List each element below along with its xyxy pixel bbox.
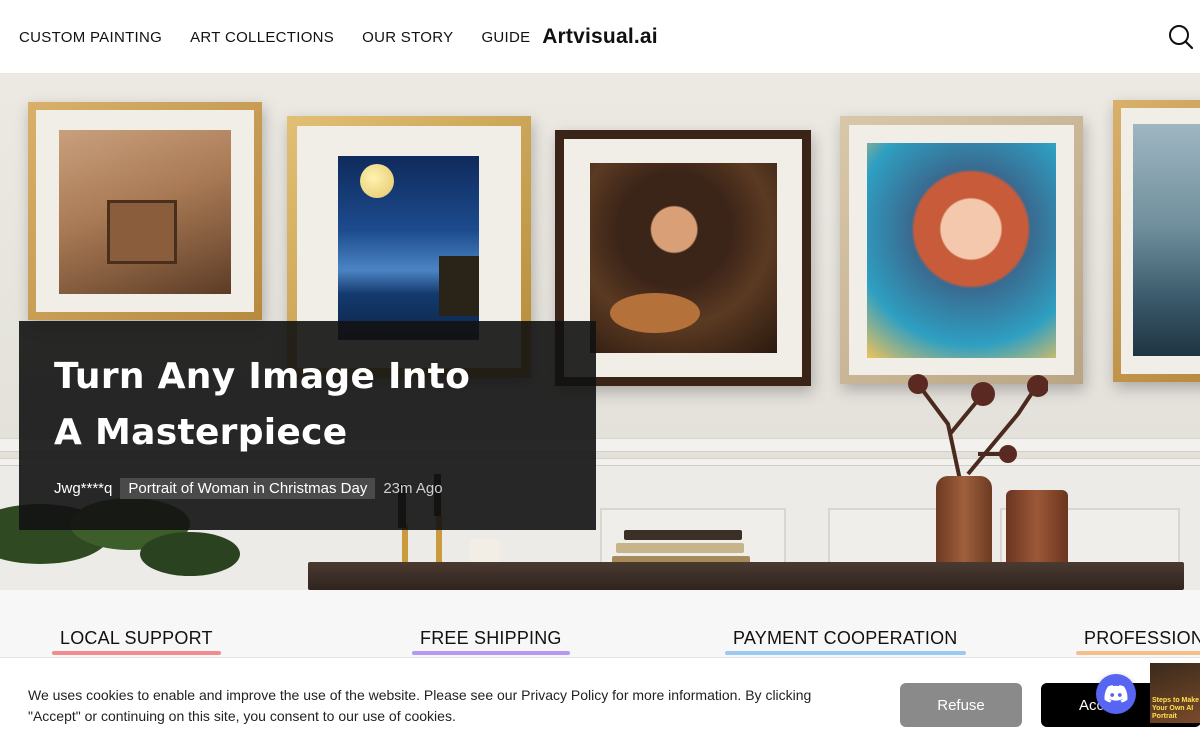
hero-title-line2: A Masterpiece — [54, 412, 348, 453]
site-header: CUSTOM PAINTING ART COLLECTIONS OUR STOR… — [0, 0, 1200, 74]
promo-video-thumbnail[interactable]: Steps to Make Your Own AI Portrait — [1150, 663, 1200, 723]
promo-text: Steps to Make Your Own AI Portrait — [1152, 697, 1200, 720]
feature-label: FREE SHIPPING — [420, 628, 562, 648]
nav-our-story[interactable]: OUR STORY — [362, 29, 453, 46]
artwork-desert-doorway — [59, 130, 231, 294]
cookie-banner: We uses cookies to enable and improve th… — [0, 657, 1200, 750]
activity-time: 23m Ago — [383, 480, 443, 497]
features-row: LOCAL SUPPORT FREE SHIPPING PAYMENT COOP… — [0, 590, 1200, 660]
artwork-ship-at-sea — [1133, 124, 1200, 356]
feature-label: PAYMENT COOPERATION — [733, 628, 958, 648]
feature-free-shipping: FREE SHIPPING — [412, 628, 570, 655]
vase-decor-2 — [1006, 490, 1068, 568]
dried-branches-decor — [908, 374, 1048, 494]
cookie-text: We uses cookies to enable and improve th… — [28, 687, 812, 724]
nav-guide[interactable]: GUIDE — [481, 29, 530, 46]
feature-payment-cooperation: PAYMENT COOPERATION — [725, 628, 966, 655]
feature-label: PROFESSIONA — [1084, 628, 1200, 648]
framed-artwork-4 — [840, 116, 1083, 384]
framed-artwork-1 — [28, 102, 262, 320]
search-icon[interactable] — [1168, 24, 1194, 50]
artwork-moonlit-sea — [338, 156, 479, 340]
vase-decor — [936, 476, 992, 572]
nav-custom-painting[interactable]: CUSTOM PAINTING — [19, 29, 162, 46]
discord-icon[interactable] — [1096, 674, 1136, 714]
artwork-anime-girl — [867, 143, 1056, 358]
main-nav: CUSTOM PAINTING ART COLLECTIONS OUR STOR… — [19, 0, 530, 74]
console-table — [308, 562, 1184, 590]
feature-label: LOCAL SUPPORT — [60, 628, 213, 648]
hero-title: Turn Any Image Into A Masterpiece — [54, 349, 574, 461]
site-logo[interactable]: Artvisual.ai — [542, 25, 658, 49]
activity-user: Jwg****q — [54, 480, 113, 497]
feature-professional: PROFESSIONA — [1076, 628, 1200, 655]
nav-art-collections[interactable]: ART COLLECTIONS — [190, 29, 334, 46]
feature-local-support: LOCAL SUPPORT — [52, 628, 221, 655]
activity-artwork-tag[interactable]: Portrait of Woman in Christmas Day — [120, 478, 376, 499]
hero-caption: Turn Any Image Into A Masterpiece Jwg***… — [19, 321, 596, 530]
refuse-cookies-button[interactable]: Refuse — [900, 683, 1022, 727]
artwork-woman-portrait — [590, 163, 777, 353]
framed-artwork-5 — [1113, 100, 1200, 382]
hero-title-line1: Turn Any Image Into — [54, 356, 471, 397]
recent-order-activity: Jwg****q Portrait of Woman in Christmas … — [54, 478, 443, 499]
